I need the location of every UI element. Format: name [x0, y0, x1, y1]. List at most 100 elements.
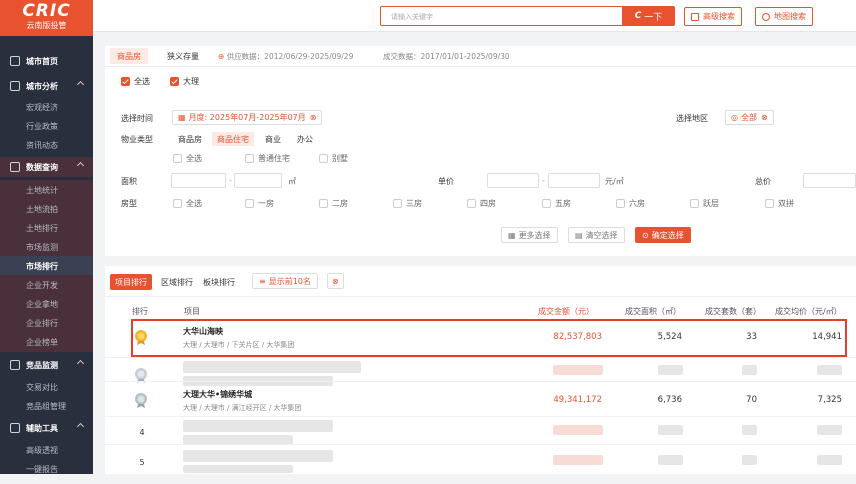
map-search-button[interactable]: 地图搜索 [755, 7, 813, 26]
search-button[interactable]: C 一下 [622, 6, 675, 26]
header-rank: 排行 [132, 307, 148, 316]
sidebar-item-company-land[interactable]: 企业拿地 [0, 294, 93, 314]
select-all-cities[interactable]: 全选 [121, 76, 150, 87]
region-selector[interactable]: ◎ 全部 ⊗ [725, 110, 774, 125]
tab-commercial-housing[interactable]: 商品房 [110, 48, 148, 64]
sidebar-item-land-rank[interactable]: 土地排行 [0, 218, 93, 238]
tab-narrow-stock[interactable]: 狭义存量 [160, 48, 206, 64]
deal-data-range: 成交数据：2017/01/01-2025/09/30 [383, 52, 510, 61]
header-amount[interactable]: 成交金额（元） [538, 306, 594, 317]
room-two[interactable]: 二房 [319, 198, 348, 209]
sidebar-group-tools[interactable]: 辅助工具 [0, 418, 93, 438]
property-type-commercial[interactable]: 商品房 [173, 132, 207, 146]
property-type-residential[interactable]: 商品住宅 [212, 132, 254, 146]
sidebar: CRIC 云南版投管 城市首页 城市分析 宏观经济 行业政策 资讯动态 数据查询… [0, 0, 93, 474]
sidebar-item-company-rank[interactable]: 企业排行 [0, 313, 93, 333]
confirm-button[interactable]: ⊙ 确定选择 [635, 227, 691, 243]
sidebar-item-policy[interactable]: 行业政策 [0, 116, 93, 136]
reset-icon[interactable]: ⊗ [327, 273, 344, 289]
checkbox-icon [542, 199, 551, 208]
room-three[interactable]: 三房 [393, 198, 422, 209]
tab-region-rank[interactable]: 区域排行 [156, 274, 198, 290]
checkbox-icon [616, 199, 625, 208]
chevron-up-icon [76, 359, 85, 368]
sidebar-group-query[interactable]: 数据查询 [0, 157, 93, 177]
header-units[interactable]: 成交套数（套） [705, 306, 761, 317]
area-min-input[interactable] [171, 173, 226, 188]
header-avg-price[interactable]: 成交均价（元/㎡） [775, 306, 842, 317]
sidebar-item-news[interactable]: 资讯动态 [0, 135, 93, 155]
table-row[interactable]: 大华山海映 大理 / 大理市 / 下关片区 / 大华集团 82,537,803 … [105, 319, 856, 357]
subtype-villa[interactable]: 别墅 [319, 153, 348, 164]
masked-amount [553, 455, 603, 465]
sidebar-group-home[interactable]: 城市首页 [0, 51, 93, 71]
sidebar-item-market-rank[interactable]: 市场排行 [0, 256, 93, 276]
area-unit: ㎡ [288, 177, 296, 186]
masked-project-path [183, 465, 293, 473]
check-circle-icon: ⊙ [642, 230, 649, 240]
room-duplex[interactable]: 跃层 [690, 198, 719, 209]
sidebar-item-company-list[interactable]: 企业榜单 [0, 332, 93, 352]
masked-avg [817, 455, 842, 465]
room-five[interactable]: 五房 [542, 198, 571, 209]
table-row[interactable]: 大理大华•锦绣华城 大理 / 大理市 / 满江经开区 / 大华集团 49,341… [105, 382, 856, 420]
sidebar-item-land-failed[interactable]: 土地流拍 [0, 199, 93, 219]
clear-button[interactable]: ▤ 清空选择 [568, 227, 625, 243]
time-selector[interactable]: ▦ 月度: 2025年07月-2025年07月 ⊗ [172, 110, 323, 125]
project-name[interactable]: 大理大华•锦绣华城 [183, 389, 252, 400]
masked-project-name [183, 420, 333, 432]
user-icon [762, 12, 770, 21]
brand-c-icon: C [634, 11, 642, 21]
room-four[interactable]: 四房 [467, 198, 496, 209]
more-options-button[interactable]: ▦ 更多选择 [501, 227, 558, 243]
price-min-input[interactable] [487, 173, 539, 188]
gold-medal-icon [134, 329, 148, 345]
deal-units: 70 [746, 395, 757, 405]
tab-project-rank[interactable]: 项目排行 [110, 274, 152, 290]
city-dali-checkbox[interactable]: 大理 [170, 76, 199, 87]
project-name[interactable]: 大华山海映 [183, 326, 223, 337]
show-top-selector[interactable]: ≡ 显示前10名 [252, 273, 318, 289]
tab-block-rank[interactable]: 板块排行 [198, 274, 240, 290]
masked-units [742, 425, 757, 435]
subtype-ordinary[interactable]: 普通住宅 [245, 153, 290, 164]
advanced-search-button[interactable]: 高级搜索 [684, 7, 742, 26]
sidebar-group-competitor[interactable]: 竞品监测 [0, 355, 93, 375]
top-bar: 请输入关键字 C 一下 高级搜索 地图搜索 [93, 0, 856, 32]
property-type-office[interactable]: 办公 [292, 132, 318, 146]
sidebar-item-compare[interactable]: 交易对比 [0, 377, 93, 397]
room-one[interactable]: 一房 [245, 198, 274, 209]
filter-icon [691, 12, 699, 21]
list-icon: ≡ [259, 276, 266, 286]
checkbox-icon [173, 154, 182, 163]
room-double[interactable]: 双拼 [765, 198, 794, 209]
sidebar-item-market-monitor[interactable]: 市场监测 [0, 237, 93, 257]
sidebar-item-report[interactable]: 一键报告 [0, 459, 93, 479]
header-project: 项目 [184, 307, 200, 316]
area-max-input[interactable] [234, 173, 282, 188]
header-area[interactable]: 成交面积（㎡） [625, 306, 681, 317]
total-price-input[interactable] [803, 173, 856, 188]
sidebar-item-competitor-group[interactable]: 竞品组管理 [0, 396, 93, 416]
property-type-business[interactable]: 商业 [260, 132, 286, 146]
checkbox-checked-icon [170, 77, 179, 86]
sidebar-item-macro[interactable]: 宏观经济 [0, 97, 93, 117]
room-all[interactable]: 全选 [173, 198, 202, 209]
sidebar-group-analysis[interactable]: 城市分析 [0, 76, 93, 96]
ranking-panel: 项目排行 区域排行 板块排行 ≡ 显示前10名 ⊗ 排行 项目 成交金额（元） 成… [105, 266, 856, 474]
sidebar-item-land-stats[interactable]: 土地统计 [0, 180, 93, 200]
sidebar-item-company-dev[interactable]: 企业开发 [0, 275, 93, 295]
database-icon [10, 162, 20, 172]
masked-area [658, 455, 683, 465]
property-type-label: 物业类型 [121, 135, 153, 144]
room-six[interactable]: 六房 [616, 198, 645, 209]
table-row[interactable]: 5 [105, 446, 856, 484]
sidebar-item-pivot[interactable]: 高级透视 [0, 440, 93, 460]
logo[interactable]: CRIC 云南版投管 [0, 0, 93, 36]
supply-data-range: ⊕ 供应数据：2012/06/29-2025/09/29 [218, 52, 354, 61]
chevron-up-icon [76, 80, 85, 89]
masked-avg [817, 365, 842, 375]
subtype-all[interactable]: 全选 [173, 153, 202, 164]
deal-avg-price: 7,325 [817, 395, 842, 405]
price-max-input[interactable] [548, 173, 600, 188]
